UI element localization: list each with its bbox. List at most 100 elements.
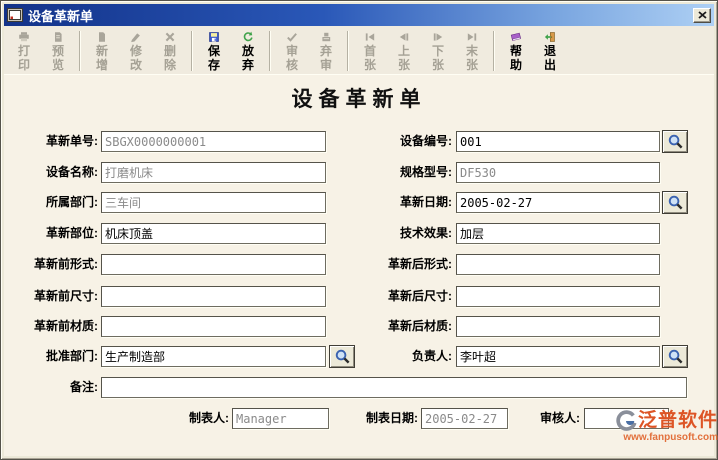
toolbar-separator [347,31,349,71]
window-title: 设备革新单 [28,6,693,25]
app-window: 设备革新单 打印 预览 [0,0,718,460]
preparer-label: 制表人: [134,408,229,429]
before-material-label: 革新前材质: [6,316,98,337]
unapprove-label: 弃审 [315,44,337,72]
after-size-label: 革新后尺寸: [326,286,452,307]
after-size-input[interactable] [456,286,660,307]
toolbar-separator [493,31,495,71]
prev-record-icon [394,31,414,43]
preview-icon [48,31,68,43]
exit-button[interactable]: 退出 [533,28,567,73]
after-material-label: 革新后材质: [326,316,452,337]
close-icon [698,11,707,19]
device-name-label: 设备名称: [6,162,98,183]
undo-icon [238,31,258,43]
revision-no-label: 革新单号: [6,131,98,152]
equipment-innovation-form: 设备革新单 革新单号: 设备编号: 设备名称: 规格型号: 所属部门: 革新日期… [4,75,714,456]
person-in-charge-label: 负责人: [364,346,452,367]
titlebar: 设备革新单 [4,4,714,26]
device-no-input[interactable] [456,131,660,152]
new-button[interactable]: 新增 [85,28,119,73]
first-record-label: 首张 [359,44,381,72]
before-form-label: 革新前形式: [6,254,98,275]
save-button[interactable]: 保存 [197,28,231,73]
last-record-button[interactable]: 末张 [455,28,489,73]
watermark-url: www.fanpusoft.com [586,432,718,444]
tech-effect-input[interactable] [456,223,660,244]
before-material-input[interactable] [101,316,326,337]
after-material-input[interactable] [456,316,660,337]
remark-input[interactable] [101,377,687,398]
discard-label: 放弃 [237,44,259,72]
revision-date-search-button[interactable] [662,191,688,214]
delete-label: 删除 [159,44,181,72]
preview-label: 预览 [47,44,69,72]
magnifier-icon [667,194,684,211]
toolbar-separator [269,31,271,71]
next-record-button[interactable]: 下张 [421,28,455,73]
preview-button[interactable]: 预览 [41,28,75,73]
before-size-label: 革新前尺寸: [6,286,98,307]
revision-part-label: 革新部位: [6,223,98,244]
after-form-input[interactable] [456,254,660,275]
revision-date-input[interactable] [456,192,660,213]
last-record-label: 末张 [461,44,483,72]
approve-dept-input[interactable] [101,346,326,367]
revision-part-input[interactable] [101,223,326,244]
approve-label: 审核 [281,44,303,72]
next-record-label: 下张 [427,44,449,72]
next-record-icon [428,31,448,43]
first-record-button[interactable]: 首张 [353,28,387,73]
department-label: 所属部门: [6,192,98,213]
prepare-date-label: 制表日期: [334,408,418,429]
prev-record-label: 上张 [393,44,415,72]
approve-check-icon [282,31,302,43]
printer-icon [14,31,34,43]
exit-door-icon [540,31,560,43]
approve-dept-search-button[interactable] [329,345,355,368]
toolbar: 打印 预览 新增 修改 删除 [4,26,714,75]
auditor-label: 审核人: [520,408,580,429]
edit-button[interactable]: 修改 [119,28,153,73]
prev-record-button[interactable]: 上张 [387,28,421,73]
prepare-date-input[interactable] [421,408,508,429]
revision-date-label: 革新日期: [326,192,452,213]
device-no-search-button[interactable] [662,130,688,153]
delete-icon [160,31,180,43]
device-name-input[interactable] [101,162,326,183]
revision-no-input[interactable] [101,131,326,152]
new-label: 新增 [91,44,113,72]
window-form-icon [7,8,23,22]
exit-label: 退出 [539,44,561,72]
close-button[interactable] [693,8,711,23]
before-size-input[interactable] [101,286,326,307]
unapprove-button[interactable]: 弃审 [309,28,343,73]
save-icon [204,31,224,43]
remark-label: 备注: [6,377,98,398]
delete-button[interactable]: 删除 [153,28,187,73]
edit-label: 修改 [125,44,147,72]
person-in-charge-input[interactable] [456,346,660,367]
help-label: 帮助 [505,44,527,72]
spec-model-input[interactable] [456,162,660,183]
preparer-input[interactable] [232,408,329,429]
approve-dept-label: 批准部门: [6,346,98,367]
form-title: 设备革新单 [4,83,714,113]
unapprove-icon [316,31,336,43]
discard-button[interactable]: 放弃 [231,28,265,73]
spec-model-label: 规格型号: [326,162,452,183]
approve-button[interactable]: 审核 [275,28,309,73]
last-record-icon [462,31,482,43]
department-input[interactable] [101,192,326,213]
help-button[interactable]: 帮助 [499,28,533,73]
person-in-charge-search-button[interactable] [662,345,688,368]
magnifier-icon [334,348,351,365]
auditor-input[interactable] [584,408,669,429]
print-button[interactable]: 打印 [7,28,41,73]
print-label: 打印 [13,44,35,72]
toolbar-separator [79,31,81,71]
magnifier-icon [667,348,684,365]
before-form-input[interactable] [101,254,326,275]
device-no-label: 设备编号: [326,131,452,152]
save-label: 保存 [203,44,225,72]
